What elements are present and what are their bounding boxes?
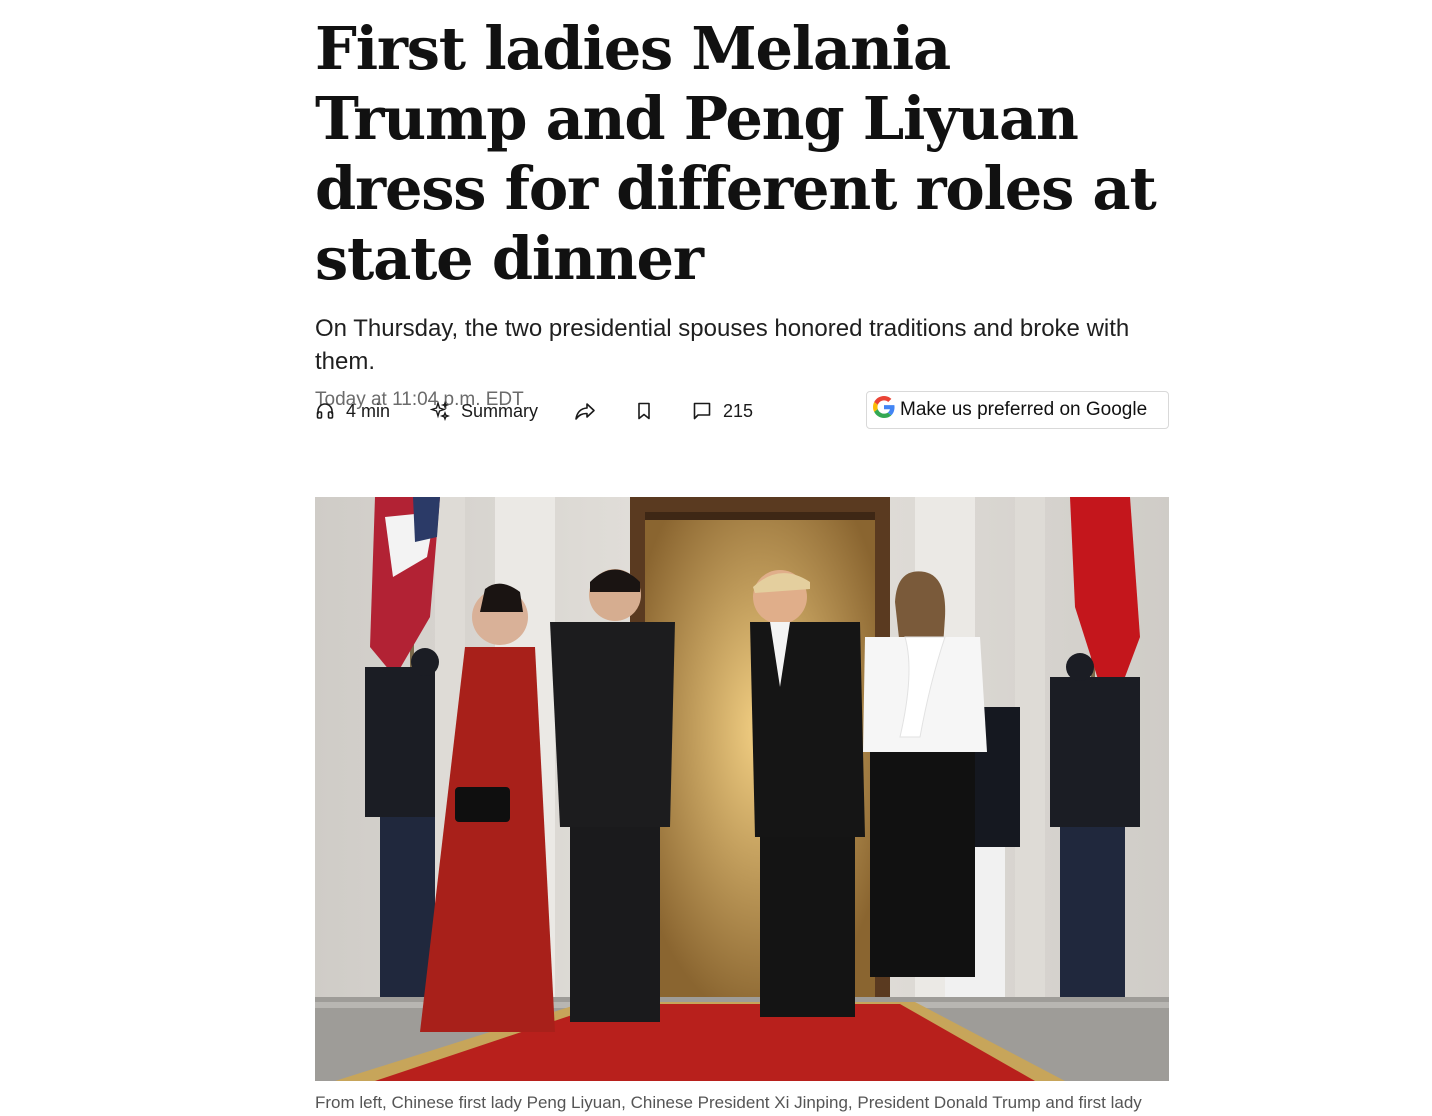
comment-count: 215 <box>723 400 754 421</box>
listen-duration: 4 min <box>346 400 391 421</box>
headphones-icon <box>315 401 335 421</box>
comments-button[interactable]: 215 <box>692 391 753 431</box>
summary-button[interactable]: Summary <box>430 391 538 431</box>
bookmark-icon <box>635 401 653 421</box>
subheadline: On Thursday, the two presidential spouse… <box>315 315 1130 375</box>
google-icon <box>873 396 895 424</box>
google-preferred-label: Make us preferred on Google <box>900 399 1148 420</box>
share-icon <box>574 401 596 421</box>
comment-icon <box>692 401 712 421</box>
sparkle-icon <box>430 401 450 421</box>
article: First ladies Melania Trump and Peng Liyu… <box>315 0 1169 1112</box>
headline: First ladies Melania Trump and Peng Liyu… <box>315 14 1157 293</box>
bookmark-button[interactable] <box>635 391 653 431</box>
share-button[interactable] <box>574 391 596 431</box>
listen-button[interactable]: 4 min <box>315 391 390 431</box>
photo-caption: From left, Chinese first lady Peng Liyua… <box>315 1093 1142 1112</box>
lead-photo <box>315 497 1169 1081</box>
google-preferred-button[interactable]: Make us preferred on Google <box>866 391 1169 429</box>
summary-label: Summary <box>461 400 539 421</box>
article-toolbar: 4 min Summary 215 Make us preferred on G… <box>315 391 1169 431</box>
